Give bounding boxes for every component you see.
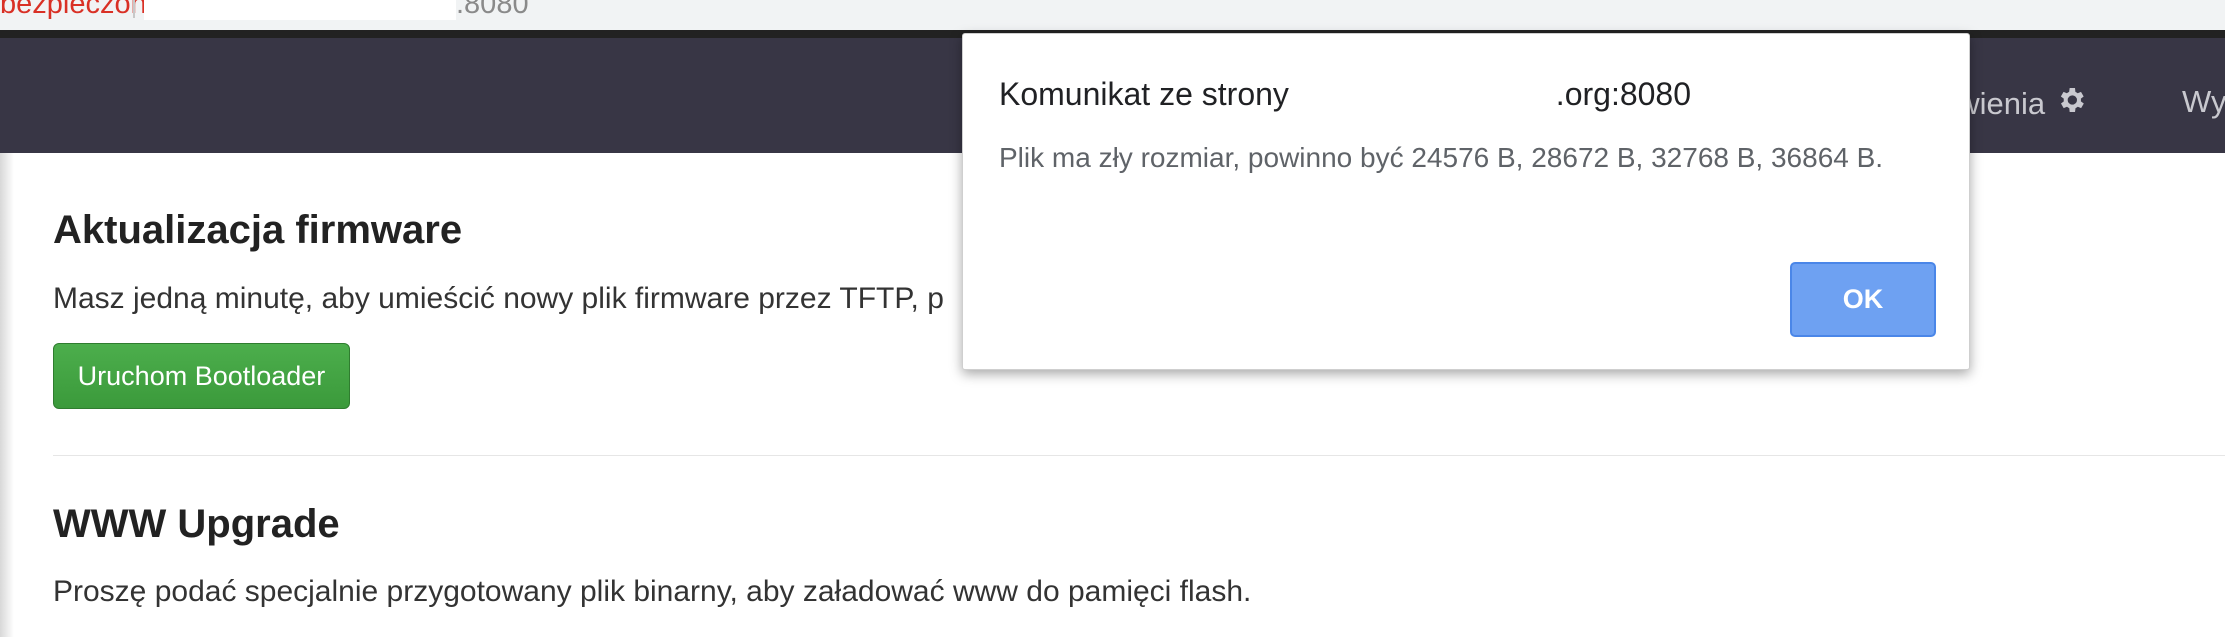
browser-address-bar: bezpieczona .8080 <box>0 0 2225 31</box>
dialog-title: Komunikat ze strony .org:8080 <box>999 76 1691 113</box>
url-redacted[interactable] <box>144 0 456 20</box>
gear-icon <box>2055 84 2087 124</box>
url-port[interactable]: .8080 <box>456 0 529 21</box>
firmware-section-text: Masz jedną minutę, aby umieścić nowy pli… <box>53 282 944 315</box>
www-section-text: Proszę podać specjalnie przygotowany pli… <box>53 575 1252 608</box>
www-section-title: WWW Upgrade <box>53 502 340 546</box>
dialog-ok-button[interactable]: OK <box>1790 262 1936 337</box>
section-divider <box>53 455 2225 456</box>
nav-logout-link[interactable]: Wy <box>2182 84 2225 120</box>
firmware-section-title: Aktualizacja firmware <box>53 208 463 252</box>
dialog-title-prefix: Komunikat ze strony <box>999 76 1289 112</box>
dialog-message: Plik ma zły rozmiar, powinno być 24576 B… <box>999 142 1884 173</box>
dialog-host-redacted <box>1297 81 1556 112</box>
address-divider <box>133 0 135 18</box>
page-edge-shadow <box>0 153 14 637</box>
alert-dialog: Komunikat ze strony .org:8080 Plik ma zł… <box>962 33 1970 370</box>
run-bootloader-button[interactable]: Uruchom Bootloader <box>53 343 350 409</box>
security-status[interactable]: bezpieczona <box>0 0 163 21</box>
dialog-title-suffix: .org:8080 <box>1555 76 1692 112</box>
